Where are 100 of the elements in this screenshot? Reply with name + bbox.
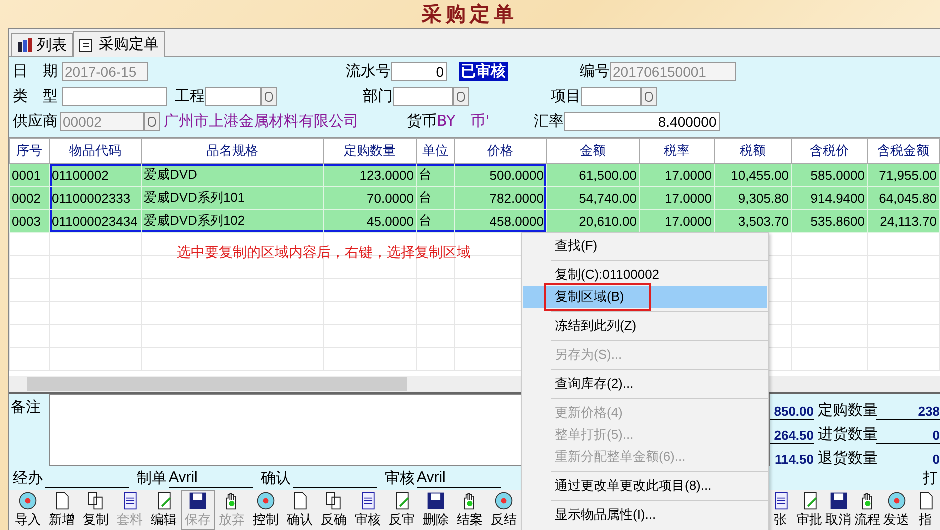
type-field[interactable] bbox=[62, 87, 167, 106]
target-icon bbox=[886, 491, 908, 511]
table-cell: 台 bbox=[416, 210, 454, 232]
field-label: 供应商 bbox=[13, 112, 58, 131]
table-cell: 782.0000 bbox=[454, 186, 546, 210]
table-cell: 爱威DVD bbox=[142, 164, 324, 186]
column-header[interactable]: 品名规格 bbox=[142, 138, 324, 164]
toolbar-button[interactable]: 删除 bbox=[419, 490, 453, 530]
column-header[interactable]: 含税价 bbox=[792, 138, 868, 164]
table-cell: 17.0000 bbox=[640, 164, 714, 186]
table-cell: 20,610.00 bbox=[546, 210, 640, 232]
toolbar-button[interactable]: 编辑 bbox=[147, 490, 181, 530]
toolbar-button[interactable]: 新增 bbox=[45, 490, 79, 530]
table-cell: 0001 bbox=[10, 164, 50, 186]
toolbar-button[interactable]: 反审 bbox=[385, 490, 419, 530]
table-cell: 61,500.00 bbox=[546, 164, 640, 186]
signature-field: Avril bbox=[417, 469, 501, 488]
signature-field: Avril bbox=[169, 469, 253, 488]
total-value: 238 bbox=[876, 404, 940, 420]
toolbar-button[interactable]: 导入 bbox=[11, 490, 45, 530]
column-header[interactable]: 金额 bbox=[546, 138, 640, 164]
field-label: 货币 bbox=[407, 112, 437, 131]
lookup-button[interactable] bbox=[261, 87, 277, 106]
column-header[interactable]: 物品代码 bbox=[50, 138, 142, 164]
table-cell: 01100002333 bbox=[50, 186, 142, 210]
menu-item[interactable]: 查询库存(2)... bbox=[523, 373, 767, 395]
toolbar-button[interactable]: 反确 bbox=[317, 490, 351, 530]
item-field[interactable] bbox=[581, 87, 641, 106]
serial-field[interactable]: 0 bbox=[391, 62, 447, 81]
table-cell: 01100002 bbox=[50, 164, 142, 186]
total-label: 定购数量 bbox=[817, 401, 876, 420]
signature-label: 经办 bbox=[13, 469, 43, 488]
signature-label: 审核 bbox=[385, 469, 415, 488]
field-label: 编号 bbox=[580, 62, 610, 81]
table-cell: 011000023434 bbox=[50, 210, 142, 232]
field-label: 类 型 bbox=[13, 87, 58, 106]
table-cell: 爱威DVD系列101 bbox=[142, 186, 324, 210]
menu-item[interactable]: 通过更改单更改此项目(8)... bbox=[523, 475, 767, 497]
table-cell: 10,455.00 bbox=[714, 164, 792, 186]
table-cell: 17.0000 bbox=[640, 210, 714, 232]
table-cell: 9,305.80 bbox=[714, 186, 792, 210]
table-cell: 0003 bbox=[10, 210, 50, 232]
lookup-button[interactable] bbox=[453, 87, 469, 106]
table-cell: 500.0000 bbox=[454, 164, 546, 186]
target-icon bbox=[493, 491, 515, 511]
table-cell: 123.0000 bbox=[324, 164, 416, 186]
menu-item[interactable]: 冻结到此列(Z) bbox=[523, 315, 767, 337]
window-title: 采购定单 bbox=[422, 0, 518, 28]
table-cell: 585.0000 bbox=[792, 164, 868, 186]
table-cell: 458.0000 bbox=[454, 210, 546, 232]
books-icon bbox=[17, 37, 33, 53]
toolbar-button[interactable]: 流程 bbox=[853, 490, 882, 530]
toolbar-button[interactable]: 反结 bbox=[487, 490, 521, 530]
menu-item[interactable]: 显示物品属性(I)... bbox=[523, 504, 767, 526]
toolbar-button[interactable]: 确认 bbox=[283, 490, 317, 530]
table-cell: 71,955.00 bbox=[868, 164, 940, 186]
exchange-rate-field[interactable]: 8.400000 bbox=[564, 112, 720, 131]
table-cell: 914.9400 bbox=[792, 186, 868, 210]
column-header[interactable]: 税率 bbox=[640, 138, 714, 164]
instruction-note: 选中要复制的区域内容后，右键，选择复制区域 bbox=[177, 244, 471, 262]
field-label: 备注 bbox=[10, 397, 42, 418]
tab[interactable]: 列表 bbox=[11, 33, 73, 56]
menu-item[interactable]: 复制区域(B) bbox=[523, 286, 767, 308]
toolbar-button[interactable]: 发送 bbox=[882, 490, 911, 530]
field-label: 项目 bbox=[551, 87, 581, 106]
column-header[interactable]: 价格 bbox=[454, 138, 546, 164]
column-header[interactable]: 序号 bbox=[10, 138, 50, 164]
department-field[interactable] bbox=[393, 87, 453, 106]
toolbar-button[interactable]: 审批 bbox=[795, 490, 824, 530]
toolbar-button[interactable]: 控制 bbox=[249, 490, 283, 530]
tab[interactable]: 采购定单 bbox=[73, 31, 165, 57]
toolbar-button[interactable]: 指 bbox=[911, 490, 940, 530]
column-header[interactable]: 税额 bbox=[714, 138, 792, 164]
column-header[interactable]: 定购数量 bbox=[324, 138, 416, 164]
table-cell: 24,113.70 bbox=[868, 210, 940, 232]
table-cell: 台 bbox=[416, 186, 454, 210]
project-field[interactable] bbox=[205, 87, 261, 106]
table-cell: 54,740.00 bbox=[546, 186, 640, 210]
lookup-button[interactable] bbox=[144, 112, 160, 131]
table-cell: 17.0000 bbox=[640, 186, 714, 210]
toolbar-button[interactable]: 审核 bbox=[351, 490, 385, 530]
lookup-button[interactable] bbox=[641, 87, 657, 106]
status-badge: 已审核 bbox=[459, 62, 508, 81]
toolbar-button[interactable]: 结案 bbox=[453, 490, 487, 530]
column-header[interactable]: 含税金额 bbox=[868, 138, 940, 164]
table-cell: 70.0000 bbox=[324, 186, 416, 210]
target-icon bbox=[17, 491, 39, 511]
toolbar-button[interactable]: 张 bbox=[766, 490, 795, 530]
field-label: 工程 bbox=[175, 87, 205, 106]
column-header[interactable]: 单位 bbox=[416, 138, 454, 164]
supplier-name: 广州市上港金属材料有限公司 bbox=[164, 112, 359, 131]
menu-item[interactable]: 查找(F) bbox=[523, 235, 767, 257]
menu-item[interactable]: 复制(C):01100002 bbox=[523, 264, 767, 286]
table-cell: 台 bbox=[416, 164, 454, 186]
field-label: 部门 bbox=[363, 87, 393, 106]
field-label: 日 期 bbox=[13, 62, 58, 81]
toolbar-button[interactable]: 取消 bbox=[824, 490, 853, 530]
table-cell: 45.0000 bbox=[324, 210, 416, 232]
toolbar-button[interactable]: 复制 bbox=[79, 490, 113, 530]
field-label: 汇率 bbox=[534, 112, 564, 131]
